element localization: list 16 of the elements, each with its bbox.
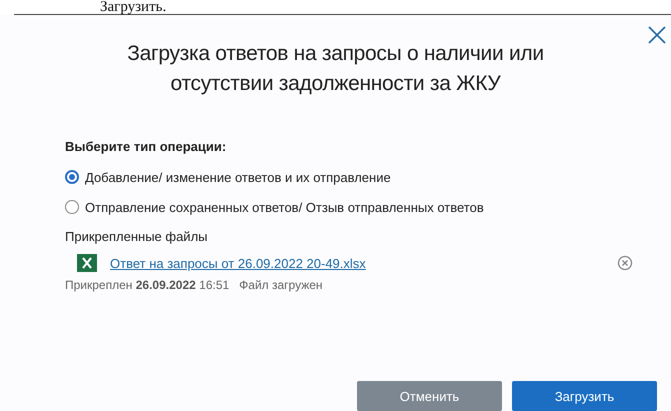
remove-icon[interactable] bbox=[617, 255, 633, 271]
upload-button[interactable]: Загрузить bbox=[512, 381, 657, 411]
upload-status: Файл загружен bbox=[239, 278, 323, 292]
spreadsheet-icon bbox=[77, 254, 97, 272]
background-text: Загрузить. bbox=[100, 0, 166, 15]
radio-button[interactable] bbox=[65, 170, 79, 184]
dialog-title: Загрузка ответов на запросы о наличии или отсутствии задолженности за ЖКУ bbox=[126, 41, 545, 97]
attached-info: Прикреплен 26.09.2022 16:51 bbox=[65, 278, 230, 292]
file-link[interactable]: Ответ на запросы от 26.09.2022 20-49.xlsx bbox=[110, 256, 366, 270]
radio-button[interactable] bbox=[65, 200, 79, 214]
operation-label: Выберите тип операции: bbox=[65, 139, 226, 154]
attachments-label: Прикрепленные файлы bbox=[65, 229, 208, 244]
option-label: Отправление сохраненных ответов/ Отзыв отправленных ответов bbox=[85, 200, 484, 214]
close-icon[interactable] bbox=[647, 25, 667, 45]
cancel-button[interactable]: Отменить bbox=[357, 381, 502, 411]
option-label: Добавление/ изменение ответов и их отправление bbox=[85, 170, 391, 184]
